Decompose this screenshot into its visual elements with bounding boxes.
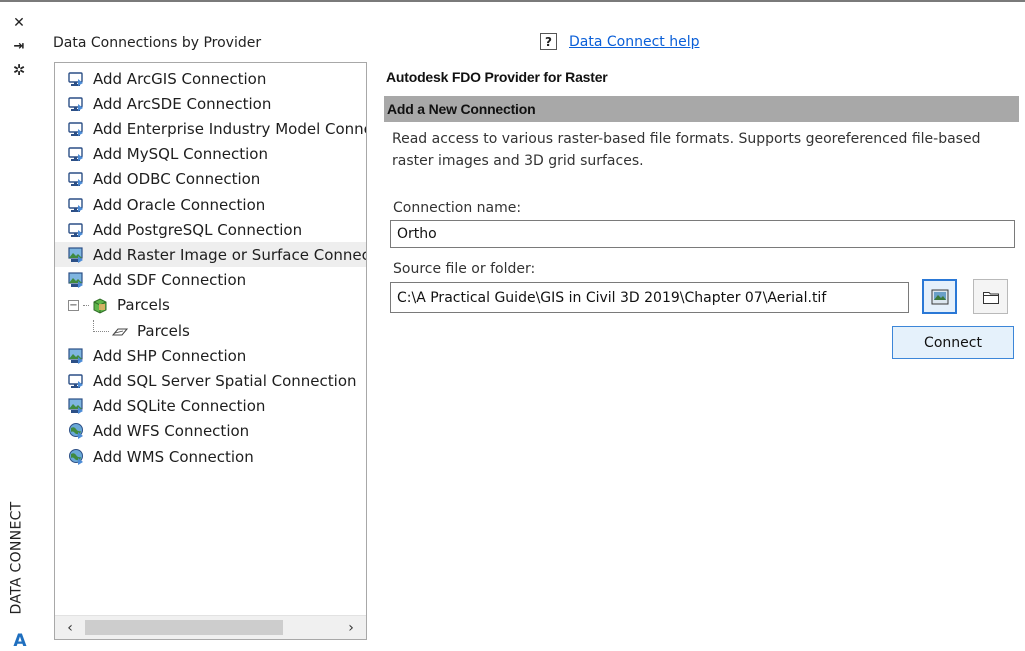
tree-child-item[interactable]: − Parcels — [55, 293, 366, 318]
tree-item-label: Parcels — [117, 296, 170, 315]
raster-connection-icon — [67, 397, 85, 415]
connection-icon — [67, 70, 85, 88]
close-icon[interactable]: ✕ — [9, 13, 29, 33]
auto-hide-icon[interactable]: ⇥ — [9, 36, 29, 56]
polygon-icon — [111, 322, 129, 340]
globe-icon — [67, 448, 85, 466]
tree-item-label: Parcels — [137, 321, 190, 340]
provider-title: Autodesk FDO Provider for Raster — [386, 69, 608, 85]
tree-child-item[interactable]: Parcels — [55, 318, 366, 343]
provider-description: Read access to various raster-based file… — [392, 131, 981, 169]
browse-file-button[interactable] — [922, 279, 957, 314]
tree-item[interactable]: Add SDF Connection — [55, 268, 366, 293]
folder-icon — [982, 291, 999, 304]
tree-item[interactable]: Add ArcSDE Connection — [55, 91, 366, 116]
tree-item[interactable]: Add SQL Server Spatial Connection — [55, 368, 366, 393]
raster-connection-icon — [67, 246, 85, 264]
tree-item-label: Add ArcSDE Connection — [93, 94, 272, 113]
source-path-input[interactable]: C:\A Practical Guide\GIS in Civil 3D 201… — [390, 282, 909, 313]
help-row: ? Data Connect help — [540, 33, 699, 50]
connection-icon — [67, 170, 85, 188]
tree-item[interactable]: Add SHP Connection — [55, 343, 366, 368]
tree-item[interactable]: Add Enterprise Industry Model Connection — [55, 116, 366, 141]
connection-icon — [67, 372, 85, 390]
tree-item[interactable]: Add PostgreSQL Connection — [55, 217, 366, 242]
tree-item-label: Add Raster Image or Surface Connection — [93, 245, 366, 264]
tree-item-label: Add MySQL Connection — [93, 145, 268, 164]
connection-icon — [67, 196, 85, 214]
tree-item[interactable]: Add WMS Connection — [55, 444, 366, 469]
tree-item-label: Add SDF Connection — [93, 271, 247, 290]
tree-item-label: Add Enterprise Industry Model Connection — [93, 119, 366, 138]
tree-connector — [83, 304, 89, 306]
cube-icon — [91, 296, 109, 314]
tree-item[interactable]: Add ArcGIS Connection — [55, 66, 366, 91]
tree-item-label: Add SQLite Connection — [93, 397, 266, 416]
data-connect-palette: ✕ ⇥ ✲ DATA CONNECT A Data Connections by… — [0, 0, 1025, 651]
section-title: Add a New Connection — [387, 101, 536, 117]
connection-icon — [67, 221, 85, 239]
tree-item-label: Add WFS Connection — [93, 422, 250, 441]
tree-item-label: Add PostgreSQL Connection — [93, 220, 303, 239]
connect-button[interactable]: Connect — [892, 326, 1014, 359]
connection-icon — [67, 145, 85, 163]
scrollbar-thumb[interactable] — [85, 620, 283, 635]
globe-icon — [67, 422, 85, 440]
palette-title-strip: ✕ ⇥ ✲ DATA CONNECT A — [0, 4, 41, 651]
tree-item-label: Add SHP Connection — [93, 346, 247, 365]
tree-item[interactable]: Add Oracle Connection — [55, 192, 366, 217]
tree-item[interactable]: Add ODBC Connection — [55, 167, 366, 192]
properties-icon[interactable]: ✲ — [9, 60, 29, 80]
section-header: Add a New Connection — [384, 96, 1019, 122]
raster-connection-icon — [67, 271, 85, 289]
raster-connection-icon — [67, 347, 85, 365]
horizontal-scrollbar[interactable]: ‹ › — [55, 615, 366, 639]
image-file-icon — [931, 289, 948, 304]
scroll-right-icon[interactable]: › — [342, 619, 360, 637]
help-link[interactable]: Data Connect help — [569, 34, 699, 50]
tree-item-label: Add Oracle Connection — [93, 195, 266, 214]
help-icon: ? — [540, 33, 557, 50]
tree-item[interactable]: Add MySQL Connection — [55, 142, 366, 167]
source-label: Source file or folder: — [393, 261, 536, 277]
autodesk-logo-icon: A — [13, 631, 27, 651]
tree-item[interactable]: Add Raster Image or Surface Connection — [55, 242, 366, 268]
palette-title: DATA CONNECT — [9, 501, 25, 615]
tree-item[interactable]: Add WFS Connection — [55, 419, 366, 444]
tree-header: Data Connections by Provider — [53, 35, 262, 51]
connection-icon — [67, 95, 85, 113]
tree-item-label: Add WMS Connection — [93, 447, 254, 466]
connection-name-input[interactable]: Ortho — [390, 220, 1015, 248]
tree-item-label: Add SQL Server Spatial Connection — [93, 371, 357, 390]
browse-folder-button[interactable] — [973, 279, 1008, 314]
connection-icon — [67, 120, 85, 138]
collapse-icon[interactable]: − — [68, 299, 79, 311]
tree-item[interactable]: Add SQLite Connection — [55, 394, 366, 419]
tree-connector — [93, 319, 109, 332]
tree-item-label: Add ArcGIS Connection — [93, 69, 267, 88]
tree-item-label: Add ODBC Connection — [93, 170, 261, 189]
connection-name-label: Connection name: — [393, 200, 522, 216]
scroll-left-icon[interactable]: ‹ — [61, 619, 79, 637]
connections-tree[interactable]: Add ArcGIS Connection Add ArcSDE Connecti… — [54, 62, 367, 640]
